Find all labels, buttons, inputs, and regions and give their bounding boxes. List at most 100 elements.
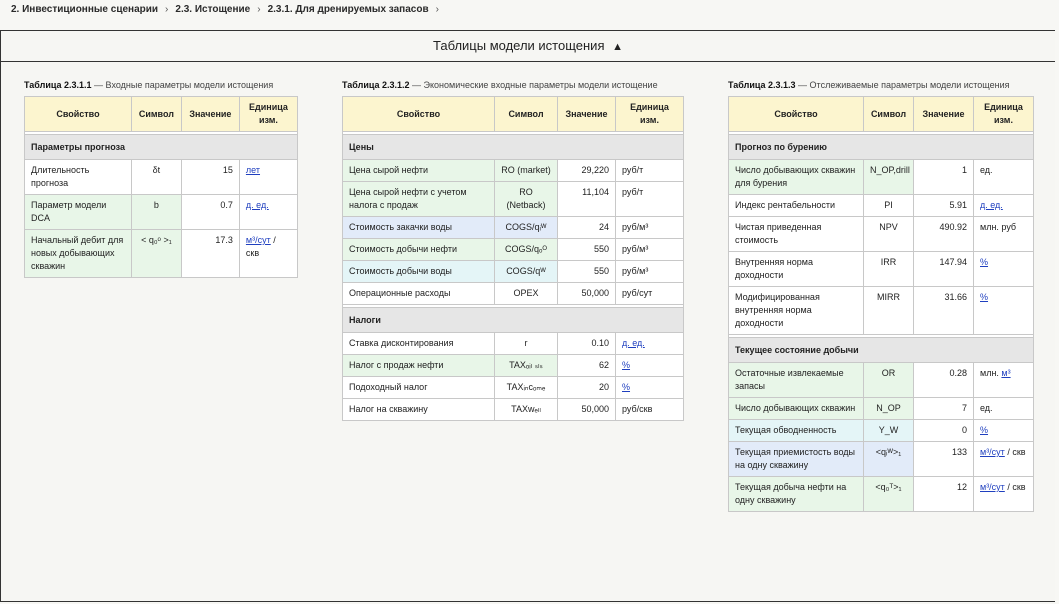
cell-value: 1	[913, 159, 974, 195]
cell-symbol: N_OP	[863, 397, 914, 420]
header-unit: Единица изм.	[973, 96, 1034, 132]
panel-header[interactable]: Таблицы модели истощения ▲	[1, 31, 1055, 62]
cell-unit: %	[973, 286, 1034, 335]
breadcrumb-item-depletion[interactable]: 2.3. Истощение	[175, 4, 250, 15]
cell-symbol: RO (market)	[494, 159, 558, 182]
table-header-row: Свойство Символ Значение Единица изм.	[342, 96, 684, 132]
cell-symbol: N_OP,drill	[863, 159, 914, 195]
cell-unit: м³/сут / скв	[973, 476, 1034, 512]
cell-symbol: COGS/qₒᴼ	[494, 238, 558, 261]
cell-property: Параметр модели DCA	[24, 194, 132, 230]
cell-property: Число добывающих скважин для бурения	[728, 159, 864, 195]
cell-symbol: Y_W	[863, 419, 914, 442]
cell-unit: %	[973, 419, 1034, 442]
cell-unit: руб/т	[615, 181, 684, 217]
unit-link[interactable]: м³	[1001, 368, 1010, 378]
table-row: Текущая приемистость воды на одну скважи…	[728, 441, 1034, 477]
table-caption: Таблица 2.3.1.1 — Входные параметры моде…	[24, 80, 298, 96]
section-row: Налоги	[342, 307, 684, 333]
economic-params-table: Свойство Символ Значение Единица изм. Цены Це…	[342, 96, 684, 421]
cell-property: Операционные расходы	[342, 282, 495, 305]
cell-property: Индекс рентабельности	[728, 194, 864, 217]
breadcrumb-item-investment[interactable]: 2. Инвестиционные сценарии	[11, 4, 158, 15]
breadcrumb-item-drained[interactable]: 2.3.1. Для дренируемых запасов	[268, 4, 429, 15]
cell-property: Чистая приведенная стоимость	[728, 216, 864, 252]
breadcrumb-separator: ›	[165, 4, 169, 15]
unit-link[interactable]: %	[622, 360, 630, 370]
unit-text: ед.	[980, 403, 993, 413]
unit-link[interactable]: м³/сут	[980, 482, 1005, 492]
cell-unit: д. ед.	[238, 194, 299, 230]
unit-link[interactable]: м³/сут	[246, 235, 271, 245]
unit-link[interactable]: %	[980, 257, 988, 267]
header-symbol: Символ	[494, 96, 558, 132]
section-title: Параметры прогноза	[24, 134, 298, 160]
table-row: Операционные расходы OPEX 50,000 руб/сут	[342, 282, 684, 305]
cell-value: 12	[913, 476, 974, 512]
cell-value: 5.91	[913, 194, 974, 217]
cell-symbol: RO (Netback)	[494, 181, 558, 217]
cell-value: 20	[557, 376, 616, 399]
cell-value: 17.3	[180, 229, 240, 278]
table-block-economic: Таблица 2.3.1.2 — Экономические входные …	[342, 80, 684, 421]
table-row: Текущая обводненность Y_W 0%	[728, 419, 1034, 442]
caption-number: Таблица 2.3.1.3	[728, 80, 796, 90]
section-title: Цены	[342, 134, 684, 160]
cell-symbol: b	[130, 194, 182, 230]
header-unit: Единица изм.	[615, 96, 684, 132]
cell-unit: %	[973, 251, 1034, 287]
cell-symbol: <qᵢᵂ>₁	[863, 441, 914, 477]
header-symbol: Символ	[863, 96, 914, 132]
cell-symbol: COGS/qᵂ	[494, 260, 558, 283]
section-title: Налоги	[342, 307, 684, 333]
section-row: Параметры прогноза	[24, 134, 298, 160]
table-header-row: Свойство Символ Значение Единица изм.	[24, 96, 299, 132]
cell-symbol: PI	[863, 194, 914, 217]
cell-value: 133	[913, 441, 974, 477]
cell-unit: млн. руб	[973, 216, 1034, 252]
cell-symbol: OPEX	[494, 282, 558, 305]
depletion-tables-panel: Таблицы модели истощения ▲ Таблица 2.3.1…	[0, 30, 1055, 602]
cell-unit: %	[615, 354, 684, 377]
header-unit: Единица изм.	[238, 96, 299, 132]
unit-text: руб/сут	[622, 288, 653, 298]
unit-link[interactable]: %	[980, 425, 988, 435]
table-row: Стоимость закачки воды COGS/qᵢᵂ 24 руб/м³	[342, 216, 684, 239]
cell-unit: м³/сут / скв	[973, 441, 1034, 477]
unit-text: руб/м³	[622, 266, 649, 276]
unit-link[interactable]: м³/сут	[980, 447, 1005, 457]
cell-property: Начальный дебит для новых добывающих скв…	[24, 229, 132, 278]
header-value: Значение	[180, 96, 240, 132]
unit-link[interactable]: %	[980, 292, 988, 302]
cell-symbol: COGS/qᵢᵂ	[494, 216, 558, 239]
cell-value: 50,000	[557, 398, 616, 421]
collapse-triangle-icon[interactable]: ▲	[612, 41, 623, 53]
cell-unit: руб/м³	[615, 238, 684, 261]
section-row: Цены	[342, 134, 684, 160]
table-row: Стоимость добычи нефти COGS/qₒᴼ 550 руб/м³	[342, 238, 684, 261]
breadcrumb-separator: ›	[435, 4, 439, 15]
cell-symbol: r	[494, 332, 558, 355]
cell-unit: млн. м³	[973, 362, 1034, 398]
unit-link[interactable]: д. ед.	[246, 200, 269, 210]
cell-value: 7	[913, 397, 974, 420]
header-property: Свойство	[24, 96, 132, 132]
cell-symbol: TAXwₑₗₗ	[494, 398, 558, 421]
unit-link[interactable]: %	[622, 382, 630, 392]
caption-text: — Входные параметры модели истощения	[91, 80, 274, 90]
cell-value: 15	[180, 159, 240, 195]
caption-text: — Отслеживаемые параметры модели истощен…	[795, 80, 1010, 90]
cell-value: 550	[557, 260, 616, 283]
table-caption: Таблица 2.3.1.3 — Отслеживаемые параметр…	[728, 80, 1034, 96]
table-row: Начальный дебит для новых добывающих скв…	[24, 229, 299, 278]
unit-link[interactable]: д. ед.	[622, 338, 645, 348]
unit-link[interactable]: д. ед.	[980, 200, 1003, 210]
table-row: Налог на скважину TAXwₑₗₗ 50,000 руб/скв	[342, 398, 684, 421]
table-row: Остаточные извлекаемые запасы OR 0.28 млн. …	[728, 362, 1034, 398]
cell-unit: %	[615, 376, 684, 399]
cell-property: Ставка дисконтирования	[342, 332, 495, 355]
table-row: Индекс рентабельности PI 5.91 д. ед.	[728, 194, 1034, 217]
unit-link[interactable]: лет	[246, 165, 260, 175]
table-caption: Таблица 2.3.1.2 — Экономические входные …	[342, 80, 684, 96]
cell-property: Модифицированная внутренняя норма доходн…	[728, 286, 864, 335]
